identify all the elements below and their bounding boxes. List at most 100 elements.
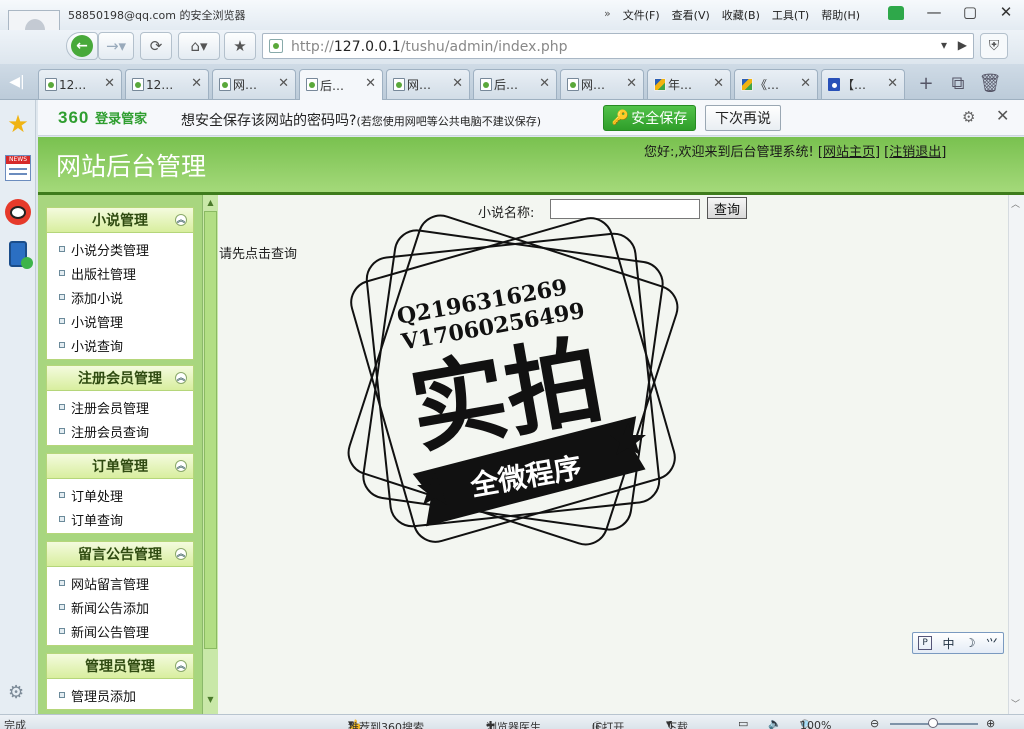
home-button[interactable]: ⌂▾ — [178, 32, 220, 60]
menu-group-header[interactable]: 管理员管理 ︽ — [46, 653, 194, 679]
menu-item[interactable]: 订单查询 — [47, 507, 193, 531]
collapse-icon[interactable]: ︽ — [175, 660, 187, 672]
news-icon[interactable] — [4, 154, 32, 182]
new-tab-plus-icon[interactable]: + — [912, 70, 940, 96]
trash-icon[interactable]: 🗑 — [976, 70, 1004, 96]
close-window-button[interactable]: ✕ — [988, 0, 1024, 24]
tab-close-icon[interactable]: ✕ — [539, 76, 550, 91]
window-icon[interactable]: ▭ — [738, 717, 748, 729]
go-icon[interactable]: ▶ — [958, 38, 967, 52]
sidebar-gear-icon[interactable]: ⚙ — [8, 682, 24, 703]
collapse-icon[interactable]: ︽ — [175, 548, 187, 560]
tab-close-icon[interactable]: ✕ — [191, 76, 202, 91]
forward-button[interactable]: →▾ — [98, 32, 134, 60]
scroll-up-icon[interactable]: ︿ — [1011, 197, 1020, 210]
zoom-slider-thumb[interactable] — [928, 718, 938, 728]
scroll-thumb[interactable] — [204, 211, 217, 649]
favorites-star-icon[interactable]: ★ — [4, 110, 32, 138]
tab-close-icon[interactable]: ✕ — [626, 76, 637, 91]
minimize-button[interactable]: — — [916, 0, 952, 24]
menu-group-header[interactable]: 注册会员管理 ︽ — [46, 365, 194, 391]
tab-close-icon[interactable]: ✕ — [278, 76, 289, 91]
menu-item[interactable]: 网站留言管理 — [47, 571, 193, 595]
tab-2[interactable]: 12… ✕ — [125, 69, 209, 99]
menu-item[interactable]: 小说分类管理 — [47, 237, 193, 261]
moon-icon[interactable]: ☽ — [965, 636, 976, 650]
menu-item[interactable]: 管理员添加 — [47, 683, 193, 707]
weibo-icon[interactable] — [4, 198, 32, 226]
menu-group-header[interactable]: 小说管理 ︽ — [46, 207, 194, 233]
tab-4-active[interactable]: 后… ✕ — [299, 69, 383, 100]
tab-close-icon[interactable]: ✕ — [365, 76, 376, 91]
tab-10[interactable]: 【… ✕ — [821, 69, 905, 99]
scroll-down-icon[interactable]: ▼ — [204, 695, 217, 708]
menu-group-header[interactable]: 留言公告管理 ︽ — [46, 541, 194, 567]
skin-shirt-icon[interactable] — [888, 6, 904, 20]
refresh-button[interactable]: ⟳ — [140, 32, 172, 60]
tab-9[interactable]: 《… ✕ — [734, 69, 818, 99]
menu-group-header[interactable]: 订单管理 ︽ — [46, 453, 194, 479]
collapse-icon[interactable]: ︽ — [175, 372, 187, 384]
collapse-icon[interactable]: ︽ — [175, 460, 187, 472]
security-shield-icon[interactable]: ⛨ — [980, 33, 1008, 59]
tab-8[interactable]: 年… ✕ — [647, 69, 731, 99]
mobile-icon[interactable] — [4, 240, 33, 269]
tab-3[interactable]: 网… ✕ — [212, 69, 296, 99]
speaker-icon[interactable]: 🔈 — [768, 717, 782, 729]
menu-tools[interactable]: 工具(T) — [772, 7, 809, 23]
back-button[interactable]: ← — [66, 32, 98, 60]
zoom-level[interactable]: 🔍 100% ▾ — [800, 717, 831, 729]
recommend-360-button[interactable]: 👍 推荐到360搜索 ▾ — [348, 717, 424, 729]
collapse-icon[interactable]: ︽ — [175, 214, 187, 226]
menu-view[interactable]: 查看(V) — [672, 7, 710, 23]
address-bar[interactable]: http://127.0.0.1/tushu/admin/index.php ▾… — [262, 33, 974, 59]
menu-chevron-icon[interactable]: » — [604, 7, 611, 23]
zoom-out-icon[interactable]: ⊖ — [870, 717, 879, 729]
menu-item[interactable]: 新闻公告添加 — [47, 595, 193, 619]
close-icon[interactable]: ✕ — [996, 106, 1009, 125]
search-button[interactable]: 查询 — [707, 197, 747, 219]
address-url[interactable]: http://127.0.0.1/tushu/admin/index.php — [291, 39, 568, 55]
menu-item[interactable]: 注册会员查询 — [47, 419, 193, 443]
scroll-down-icon[interactable]: ﹀ — [1011, 697, 1020, 710]
scroll-up-icon[interactable]: ▲ — [204, 198, 217, 211]
page-icon — [480, 78, 492, 91]
menu-item[interactable]: 出版社管理 — [47, 261, 193, 285]
menu-item[interactable]: 添加小说 — [47, 285, 193, 309]
gear-icon[interactable]: ⚙ — [962, 108, 975, 126]
logout-link[interactable]: 注销退出 — [889, 145, 941, 160]
menu-item[interactable]: 小说管理 — [47, 309, 193, 333]
zoom-in-icon[interactable]: ⊕ — [986, 717, 995, 729]
menu-scrollbar[interactable]: ▲ ▼ — [202, 195, 218, 714]
home-link[interactable]: 网站主页 — [823, 145, 875, 160]
tab-close-icon[interactable]: ✕ — [104, 76, 115, 91]
tab-close-icon[interactable]: ✕ — [452, 76, 463, 91]
menu-item[interactable]: 小说查询 — [47, 333, 193, 357]
address-dropdown-icon[interactable]: ▾ — [941, 38, 947, 52]
tab-close-icon[interactable]: ✕ — [800, 76, 811, 91]
menu-item[interactable]: 注册会员管理 — [47, 395, 193, 419]
content-scrollbar[interactable]: ︿ ﹀ — [1008, 195, 1024, 714]
menu-item[interactable]: 订单处理 — [47, 483, 193, 507]
restore-button[interactable]: ▢ — [952, 0, 988, 24]
ime-toolbar[interactable]: P 中 ☽ ⺍ — [912, 632, 1004, 654]
tab-close-icon[interactable]: ✕ — [887, 76, 898, 91]
menu-item[interactable]: 新闻公告管理 — [47, 619, 193, 643]
sidebar-toggle-icon[interactable]: ◀| — [0, 68, 34, 96]
tab-close-icon[interactable]: ✕ — [713, 76, 724, 91]
tab-7[interactable]: 网… ✕ — [560, 69, 644, 99]
menu-help[interactable]: 帮助(H) — [821, 7, 860, 23]
new-window-icon[interactable]: ⧉ — [944, 70, 972, 96]
tab-1[interactable]: 12… ✕ — [38, 69, 122, 99]
tab-6[interactable]: 后… ✕ — [473, 69, 557, 99]
favorite-button[interactable]: ★ — [224, 32, 256, 60]
punctuation-icon[interactable]: ⺍ — [986, 635, 998, 652]
ime-language[interactable]: 中 — [942, 635, 954, 652]
later-button[interactable]: 下次再说 — [705, 105, 781, 131]
menu-file[interactable]: 文件(F) — [623, 7, 660, 23]
safe-save-button[interactable]: 🔑 安全保存 — [603, 105, 696, 131]
ime-logo-icon[interactable]: P — [918, 636, 933, 650]
download-button[interactable]: ⇩ 下载 ▾ — [666, 717, 688, 729]
tab-5[interactable]: 网… ✕ — [386, 69, 470, 99]
menu-favorites[interactable]: 收藏(B) — [722, 7, 760, 23]
